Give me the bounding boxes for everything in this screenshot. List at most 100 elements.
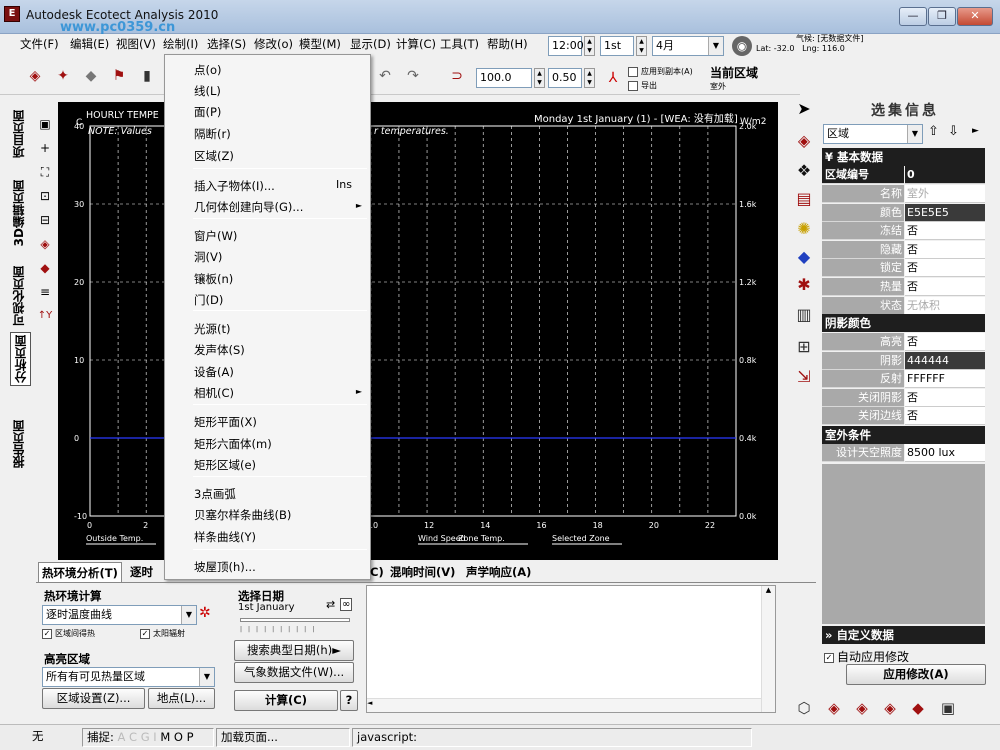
wireframe-icon[interactable]: ⬡	[790, 696, 818, 720]
render-icon-3[interactable]: ◈	[876, 696, 904, 720]
rows2-row-1[interactable]: 阴影 444444	[822, 351, 985, 370]
rows2-row-0[interactable]: 高亮否	[822, 333, 985, 351]
render-icon-1[interactable]: ◈	[820, 696, 848, 720]
axis-icon[interactable]: ⅄	[600, 66, 626, 90]
menu-item-19[interactable]: 贝塞尔样条曲线(B)	[165, 505, 370, 523]
magnet-icon[interactable]: ⊃	[444, 64, 470, 88]
tab-project[interactable]: 项目页面	[10, 110, 27, 158]
zone-settings-button[interactable]: 区域设置(Z)...	[42, 688, 145, 709]
menu-10[interactable]: 帮助(H)	[487, 34, 528, 54]
rows1-value[interactable]: 否	[905, 259, 985, 278]
spray-icon[interactable]: ✱	[790, 272, 818, 298]
rows1-value[interactable]: 无体积	[905, 296, 985, 315]
tab-report[interactable]: 报告页面	[10, 420, 27, 468]
value2-spinner[interactable]: ▲ ▼	[584, 68, 595, 88]
rows1-value[interactable]: 否	[905, 222, 985, 241]
menu-item-17[interactable]: 矩形区域(e)	[165, 455, 370, 473]
tab-3d-edit[interactable]: 3D编辑页面	[10, 180, 27, 246]
menu-2[interactable]: 视图(V)	[116, 34, 156, 54]
eraser-icon[interactable]: ◆	[78, 64, 104, 88]
pointer-icon[interactable]: ➤	[790, 96, 818, 122]
tab-thermal-analysis[interactable]: 热环境分析(T)	[38, 562, 122, 582]
month-select[interactable]: 4月 ▼	[652, 36, 724, 56]
tab-partial[interactable]: C)	[370, 562, 384, 582]
undo-icon[interactable]: ↶	[372, 64, 398, 88]
sky-illuminance-value[interactable]: 8500 lux	[905, 444, 985, 462]
rows2-value[interactable]: 否	[905, 388, 985, 407]
sky-illuminance-row[interactable]: 设计天空照度 8500 lux	[822, 444, 985, 462]
rows2-value[interactable]: FFFFFF	[905, 370, 985, 389]
menu-item-1[interactable]: 线(L)	[165, 81, 370, 99]
menu-6[interactable]: 模型(M)	[299, 34, 341, 54]
panel-type-select[interactable]: 区域 ▼	[823, 124, 923, 144]
menu-item-8[interactable]: 洞(V)	[165, 247, 370, 265]
results-textarea[interactable]: ▲ ◄	[366, 585, 776, 713]
menu-3[interactable]: 绘制(I)	[163, 34, 198, 54]
day-spinner[interactable]: ▲ ▼	[636, 36, 647, 56]
menu-item-3[interactable]: 隔断(r)	[165, 124, 370, 142]
rows2-row-4[interactable]: 关闭边线否	[822, 407, 985, 426]
menu-5[interactable]: 修改(o)	[254, 34, 293, 54]
calculate-button[interactable]: 计算(C)	[234, 690, 338, 711]
grid-icon[interactable]: ⊟	[36, 208, 54, 232]
rows1-row-5[interactable]: 热量否	[822, 278, 985, 296]
vertical-scrollbar[interactable]: ▲	[761, 586, 775, 712]
rows1-value[interactable]: 室外	[905, 185, 985, 203]
infinity-icon[interactable]: ∞	[340, 598, 353, 611]
auto-apply-checkbox[interactable]: ✓ 自动应用修改	[824, 648, 909, 665]
day-input[interactable]: 1st	[600, 36, 634, 56]
help-button[interactable]: ?	[340, 690, 358, 711]
tab-reverb-time[interactable]: 混响时间(V)	[390, 562, 455, 582]
menu-item-12[interactable]: 发声体(S)	[165, 340, 370, 358]
zoom-window-icon[interactable]: ⊡	[36, 184, 54, 208]
export-icon[interactable]: ⇲	[790, 364, 818, 390]
lines-icon[interactable]: ≡	[36, 280, 54, 304]
sun-icon[interactable]: ✺	[790, 216, 818, 242]
menu-item-14[interactable]: 相机(C) ►	[165, 383, 370, 401]
tab-acoustic-response[interactable]: 声学响应(A)	[466, 562, 531, 582]
rows2-value[interactable]: 否	[905, 407, 985, 426]
menu-item-0[interactable]: 点(o)	[165, 60, 370, 78]
menu-4[interactable]: 选择(S)	[207, 34, 246, 54]
date-slider[interactable]	[240, 618, 350, 622]
screenshot-icon[interactable]: ▣	[934, 696, 962, 720]
tab-visualize[interactable]: 可视化页面	[10, 266, 27, 326]
maximize-button[interactable]: ❐	[928, 7, 956, 26]
custom-data-header[interactable]: » 自定义数据	[822, 626, 985, 644]
menu-item-11[interactable]: 光源(t)	[165, 319, 370, 337]
surface-icon[interactable]: ◆	[790, 244, 818, 270]
weather-file-button[interactable]: 气象数据文件(W)...	[234, 662, 354, 683]
settings-icon[interactable]: ✲	[199, 605, 211, 621]
layers-icon[interactable]: ▤	[790, 186, 818, 212]
rows1-row-3[interactable]: 隐藏否	[822, 240, 985, 259]
select-tool-icon[interactable]: ✦	[50, 64, 76, 88]
solar-radiation-checkbox[interactable]: ✓ 太阳辐射	[140, 628, 185, 639]
material-icon[interactable]: ❖	[790, 158, 818, 184]
menu-1[interactable]: 编辑(E)	[70, 34, 109, 54]
flag-icon[interactable]: ⚑	[106, 64, 132, 88]
rows2-row-3[interactable]: 关闭阴影否	[822, 388, 985, 407]
more-icon[interactable]: ►	[972, 126, 979, 136]
properties-icon[interactable]: ◈	[790, 128, 818, 154]
shape-icon[interactable]: ◈	[36, 232, 54, 256]
plus-icon[interactable]: +	[36, 136, 54, 160]
value1-spinner[interactable]: ▲ ▼	[534, 68, 545, 88]
rows1-value[interactable]: 否	[905, 278, 985, 296]
menu-item-7[interactable]: 窗户(W)	[165, 226, 370, 244]
rows2-value[interactable]: 444444	[905, 351, 985, 370]
highlight-zone-select[interactable]: 所有有可见热量区域 ▼	[42, 667, 215, 687]
render-icon-2[interactable]: ◈	[848, 696, 876, 720]
rows1-row-4[interactable]: 锁定否	[822, 259, 985, 278]
axis-y-icon[interactable]: ↑Y	[36, 304, 54, 328]
tree-icon[interactable]: ⊞	[790, 334, 818, 360]
menu-item-10[interactable]: 门(D)	[165, 290, 370, 308]
rows1-row-0[interactable]: 名称 室外	[822, 185, 985, 203]
menu-item-6[interactable]: 几何体创建向导(G)... ►	[165, 197, 370, 215]
menu-item-15[interactable]: 矩形平面(X)	[165, 412, 370, 430]
time-input[interactable]: 12:00	[548, 36, 584, 56]
rows2-value[interactable]: 否	[905, 333, 985, 351]
rows1-row-2[interactable]: 冻结否	[822, 222, 985, 241]
minimize-button[interactable]: —	[899, 7, 927, 26]
menu-0[interactable]: 文件(F)	[20, 34, 59, 54]
export-checkbox[interactable]: 导出	[628, 80, 657, 91]
